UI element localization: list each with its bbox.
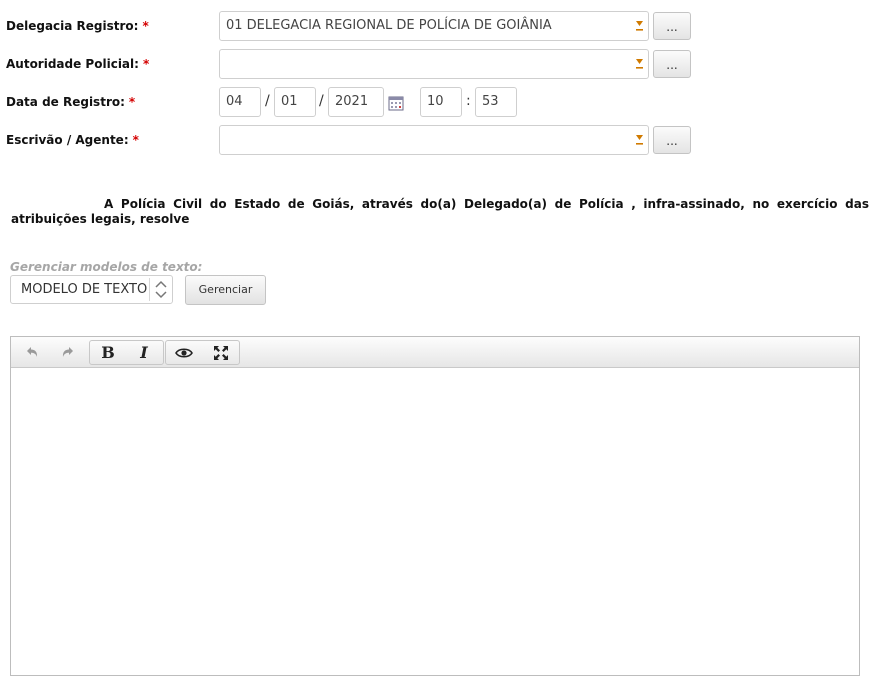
fullscreen-button[interactable]: [203, 341, 239, 364]
statement-text: A Polícia Civil do Estado de Goiás, atra…: [11, 197, 869, 226]
year-input[interactable]: 2021: [328, 87, 384, 117]
redo-button[interactable]: [50, 340, 86, 363]
italic-button[interactable]: I: [126, 341, 162, 364]
history-group: [11, 340, 89, 365]
manage-templates-button[interactable]: Gerenciar: [185, 275, 266, 305]
delegacia-value: 01 DELEGACIA REGIONAL DE POLÍCIA DE GOIÂ…: [226, 18, 552, 33]
escrivao-lookup-button[interactable]: ...: [653, 126, 691, 154]
view-group: [165, 340, 240, 365]
template-select[interactable]: MODELO DE TEXTO: [10, 275, 173, 304]
calendar-icon[interactable]: [388, 95, 404, 111]
autoridade-select[interactable]: [219, 49, 649, 79]
undo-icon: [27, 346, 38, 357]
data-registro-label: Data de Registro: *: [6, 95, 136, 109]
minute-input[interactable]: 53: [475, 87, 517, 117]
delegacia-select[interactable]: 01 DELEGACIA REGIONAL DE POLÍCIA DE GOIÂ…: [219, 11, 649, 41]
month-input[interactable]: 01: [274, 87, 316, 117]
dropdown-arrow-icon: [636, 21, 643, 31]
undo-button[interactable]: [14, 340, 50, 363]
autoridade-lookup-button[interactable]: ...: [653, 50, 691, 78]
time-separator: :: [466, 93, 471, 109]
editor-toolbar: B I: [11, 337, 859, 368]
eye-icon: [175, 347, 193, 358]
dropdown-arrow-icon: [636, 59, 643, 69]
editor-content-area[interactable]: [11, 368, 859, 673]
preview-button[interactable]: [166, 341, 202, 364]
escrivao-select[interactable]: [219, 125, 649, 155]
italic-icon: I: [140, 343, 148, 362]
format-group: B I: [89, 340, 164, 365]
bold-icon: B: [101, 343, 115, 362]
statement-paragraph: A Polícia Civil do Estado de Goiás, atra…: [11, 197, 869, 227]
day-input[interactable]: 04: [219, 87, 261, 117]
delegacia-label: Delegacia Registro: *: [6, 19, 149, 33]
fullscreen-icon: [214, 345, 228, 360]
date-separator: /: [319, 93, 324, 109]
text-editor: B I: [10, 336, 860, 676]
autoridade-label: Autoridade Policial: *: [6, 57, 150, 71]
bold-button[interactable]: B: [90, 341, 126, 364]
templates-label: Gerenciar modelos de texto:: [10, 260, 203, 274]
dropdown-arrow-icon: [636, 135, 643, 145]
escrivao-label: Escrivão / Agente: *: [6, 133, 139, 147]
delegacia-lookup-button[interactable]: ...: [653, 12, 691, 40]
hour-input[interactable]: 10: [420, 87, 462, 117]
date-separator: /: [265, 93, 270, 109]
redo-icon: [62, 346, 73, 357]
updown-arrows-icon: [149, 278, 172, 301]
template-select-value: MODELO DE TEXTO: [21, 282, 148, 297]
